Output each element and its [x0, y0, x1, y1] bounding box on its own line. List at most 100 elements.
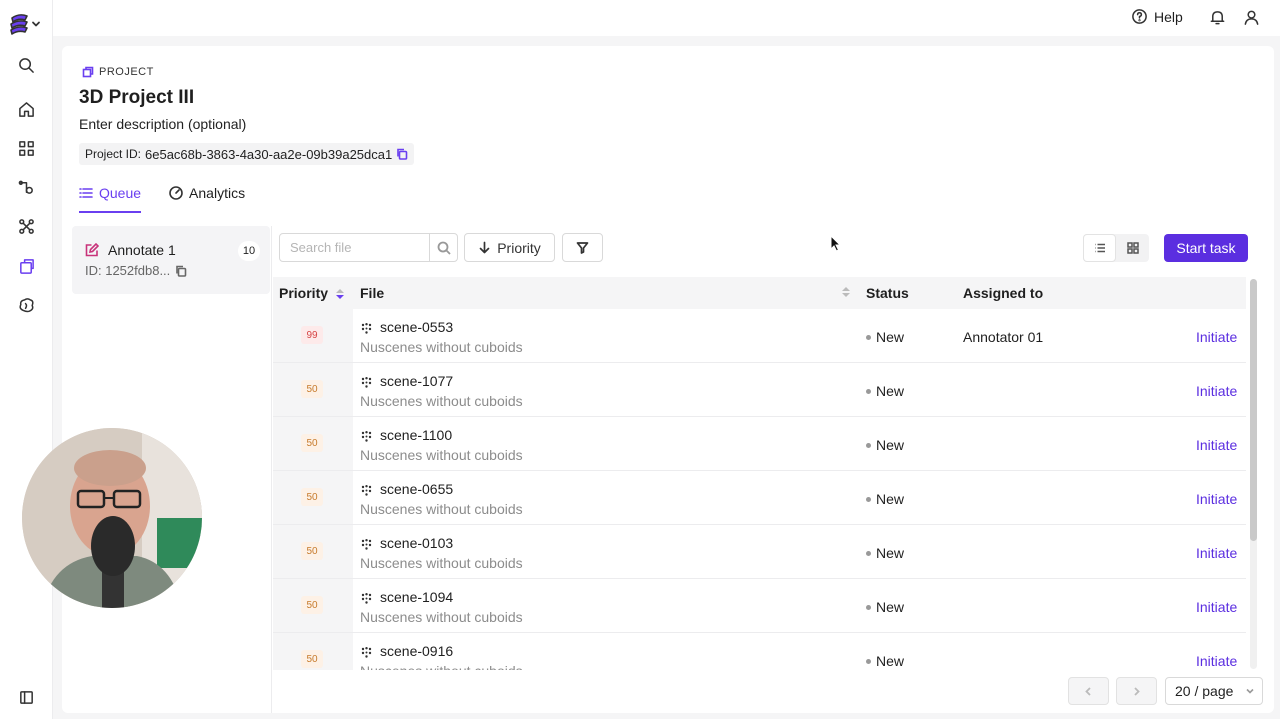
file-name[interactable]: scene-0916 — [380, 643, 453, 659]
sidebar-toggle-icon[interactable] — [15, 686, 37, 708]
header-file[interactable]: File — [360, 285, 850, 301]
user-icon[interactable] — [1243, 9, 1260, 26]
sort-icon — [842, 287, 850, 297]
help-button[interactable]: Help — [1131, 8, 1183, 25]
file-name[interactable]: scene-1077 — [380, 373, 453, 389]
start-task-button[interactable]: Start task — [1164, 234, 1248, 262]
dataset-name: Nuscenes without cuboids — [360, 393, 523, 409]
network-icon[interactable] — [15, 215, 37, 237]
project-description[interactable]: Enter description (optional) — [79, 116, 246, 132]
dataset-name: Nuscenes without cuboids — [360, 501, 523, 517]
file-name[interactable]: scene-0655 — [380, 481, 453, 497]
filter-button[interactable] — [562, 233, 603, 262]
table-row[interactable]: 99 scene-0553 Nuscenes without cuboids New A… — [273, 309, 1246, 363]
dataset-name: Nuscenes without cuboids — [360, 339, 523, 355]
chevron-right-icon — [1134, 686, 1140, 696]
search-icon — [437, 241, 451, 255]
initiate-link[interactable]: Initiate — [1196, 491, 1237, 507]
priority-badge: 50 — [301, 596, 323, 614]
stage-id-value: ID: 1252fdb8... — [85, 263, 171, 278]
search-button[interactable] — [429, 234, 457, 261]
filter-icon — [576, 242, 589, 254]
tab-queue[interactable]: Queue — [79, 182, 142, 213]
dashboard-icon — [169, 186, 183, 200]
chevron-left-icon — [1085, 686, 1091, 696]
logo-menu[interactable] — [8, 12, 41, 36]
page-title[interactable]: 3D Project III — [79, 87, 194, 109]
grid-view-button[interactable] — [1116, 234, 1149, 262]
copy-icon[interactable] — [175, 265, 187, 277]
project-icon[interactable] — [15, 255, 37, 277]
home-icon[interactable] — [15, 98, 37, 120]
dataset-name: Nuscenes without cuboids — [360, 663, 523, 670]
edit-icon — [85, 242, 100, 260]
stage-id: ID: 1252fdb8... — [85, 263, 187, 278]
assignee: Annotator 01 — [963, 329, 1044, 345]
status-label: New — [866, 383, 904, 399]
priority-badge: 50 — [301, 434, 323, 452]
priority-badge: 50 — [301, 380, 323, 398]
table-scrollbar[interactable] — [1250, 279, 1257, 669]
prev-page-button[interactable] — [1068, 677, 1109, 705]
table-row[interactable]: 50 scene-0916 Nuscenes without cuboids New I… — [273, 633, 1246, 670]
header-assigned: Assigned to — [963, 285, 1044, 301]
initiate-link[interactable]: Initiate — [1196, 653, 1237, 669]
grid-icon — [1126, 242, 1139, 254]
view-toggle — [1083, 234, 1149, 262]
status-label: New — [866, 437, 904, 453]
brain-icon[interactable] — [15, 294, 37, 316]
file-name[interactable]: scene-1100 — [380, 427, 452, 443]
initiate-link[interactable]: Initiate — [1196, 437, 1237, 453]
chevron-down-icon — [32, 21, 40, 27]
table-row[interactable]: 50 scene-1094 Nuscenes without cuboids New I… — [273, 579, 1246, 633]
file-table: Priority File Status Assigned to 99 scene… — [273, 277, 1246, 670]
table-row[interactable]: 50 scene-1100 Nuscenes without cuboids New I… — [273, 417, 1246, 471]
table-header: Priority File Status Assigned to — [273, 277, 1246, 309]
header-priority[interactable]: Priority — [279, 285, 345, 301]
header-priority-label: Priority — [279, 285, 329, 301]
table-row[interactable]: 50 scene-0103 Nuscenes without cuboids New I… — [273, 525, 1246, 579]
stage-name: Annotate 1 — [108, 242, 176, 258]
status-label: New — [866, 653, 904, 669]
page-size-value: 20 / page — [1175, 683, 1234, 699]
initiate-link[interactable]: Initiate — [1196, 545, 1237, 561]
project-icon — [82, 66, 94, 78]
webcam-overlay — [22, 428, 202, 608]
cuboid-icon — [361, 375, 372, 391]
grid-icon[interactable] — [15, 137, 37, 159]
table-row[interactable]: 50 scene-1077 Nuscenes without cuboids New I… — [273, 363, 1246, 417]
priority-sort-button[interactable]: Priority — [464, 233, 555, 262]
file-name[interactable]: scene-0103 — [380, 535, 453, 551]
page-size-select[interactable]: 20 / page — [1165, 677, 1263, 705]
breadcrumb[interactable]: PROJECT — [82, 66, 154, 78]
status-label: New — [866, 599, 904, 615]
top-bar: Help — [53, 0, 1280, 36]
file-name[interactable]: scene-1094 — [380, 589, 453, 605]
next-page-button[interactable] — [1116, 677, 1157, 705]
file-name[interactable]: scene-0553 — [380, 319, 453, 335]
cuboid-icon — [361, 429, 372, 445]
search-icon[interactable] — [15, 54, 37, 76]
initiate-link[interactable]: Initiate — [1196, 599, 1237, 615]
scrollbar-thumb[interactable] — [1250, 279, 1257, 541]
bell-icon[interactable] — [1209, 9, 1226, 26]
tab-analytics-label: Analytics — [189, 185, 246, 201]
initiate-link[interactable]: Initiate — [1196, 329, 1237, 345]
stage-item[interactable]: Annotate 1 10 ID: 1252fdb8... — [72, 226, 270, 294]
initiate-link[interactable]: Initiate — [1196, 383, 1237, 399]
workflow-icon[interactable] — [15, 176, 37, 198]
logo-icon — [10, 14, 28, 35]
table-row[interactable]: 50 scene-0655 Nuscenes without cuboids New I… — [273, 471, 1246, 525]
help-label: Help — [1154, 8, 1183, 25]
list-view-button[interactable] — [1083, 234, 1116, 262]
tab-bar: Queue Analytics — [79, 182, 245, 213]
copy-icon[interactable] — [396, 148, 408, 160]
mouse-cursor — [830, 234, 842, 255]
list-icon — [1094, 243, 1105, 253]
priority-badge: 99 — [301, 326, 323, 344]
header-file-label: File — [360, 285, 385, 301]
tab-queue-label: Queue — [99, 185, 142, 201]
stage-count-badge: 10 — [238, 241, 260, 261]
search-input[interactable] — [280, 234, 429, 261]
tab-analytics[interactable]: Analytics — [169, 182, 245, 204]
